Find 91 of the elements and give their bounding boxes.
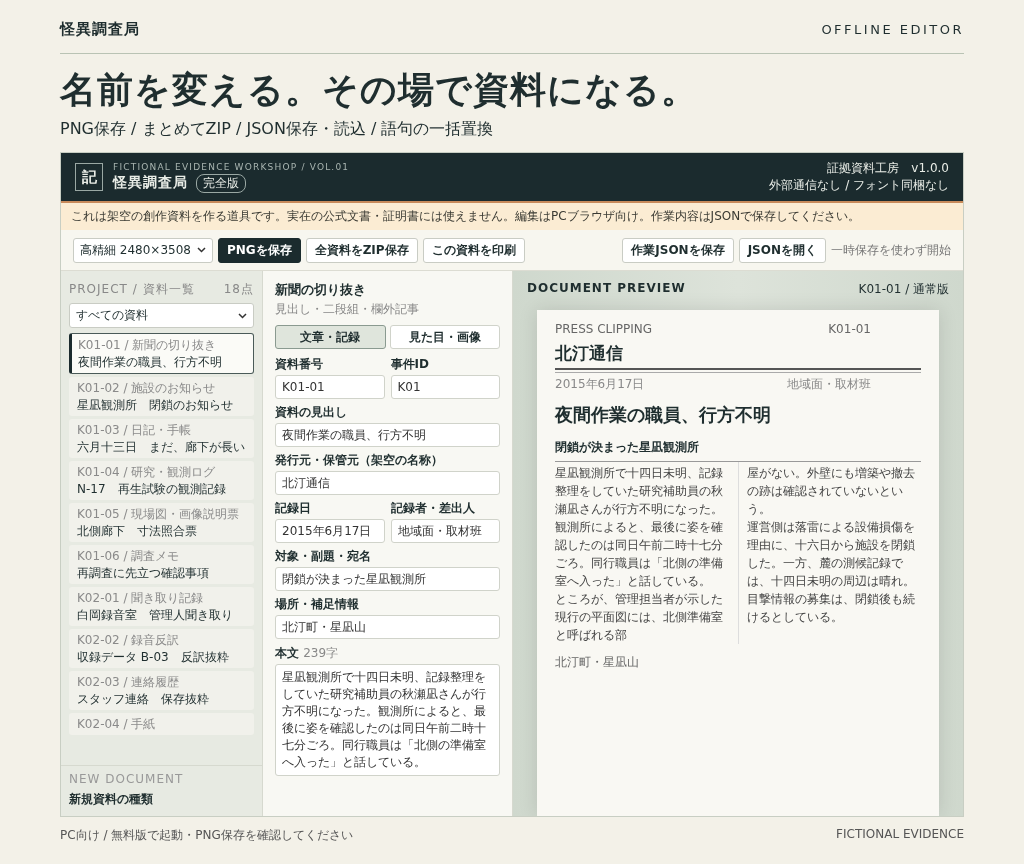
- doc-id: K01-01: [828, 322, 871, 337]
- doc-masthead: 北汀通信: [555, 342, 921, 371]
- filter-select[interactable]: すべての資料: [69, 303, 254, 329]
- input-field[interactable]: 地域面・取材班: [390, 519, 500, 544]
- doc-paragraph: ところが、管理担当者が示した現行の平面図には、北側準備室と呼ばれる部: [555, 591, 724, 645]
- save-json-button[interactable]: 作業JSONを保存: [622, 237, 734, 263]
- document-item[interactable]: K01-01 / 新聞の切り抜き 夜間作業の職員、行方不明: [69, 333, 254, 375]
- editor-tab[interactable]: 文章・記録: [275, 325, 386, 350]
- chevron-icon: [238, 312, 247, 319]
- editor-title: 新聞の切り抜き: [275, 281, 367, 300]
- document-title: 収録データ B-03 反訳抜粋: [77, 649, 230, 666]
- field-label: 場所・補足情報: [275, 597, 360, 613]
- document-item[interactable]: K01-04 / 研究・観測ログ N-17 再生試験の観測記録: [69, 461, 254, 501]
- field-label: 資料番号: [275, 357, 324, 373]
- input-field[interactable]: 夜間作業の職員、行方不明: [275, 423, 500, 448]
- document-meta: K01-02 / 施設のお知らせ: [77, 380, 217, 397]
- chevron-icon: [196, 247, 206, 254]
- editor-subtitle: 見出し・二段組・欄外記事: [275, 301, 420, 319]
- input-field[interactable]: K01-01: [275, 375, 385, 400]
- document-meta: K01-03 / 日記・手帳: [77, 422, 193, 439]
- document-item[interactable]: K01-02 / 施設のお知らせ 星凪観測所 閉鎖のお知らせ: [69, 377, 254, 417]
- app-logo: 記: [75, 163, 103, 192]
- footer-note: PC向け / 無料版で起動・PNG保存を確認してください: [60, 827, 353, 845]
- document-item[interactable]: K02-03 / 連絡履歴 スタッフ連絡 保存抜粋: [69, 671, 254, 711]
- input-field[interactable]: 2015年6月17日: [275, 519, 385, 544]
- doc-headline: 夜間作業の職員、行方不明: [555, 403, 772, 428]
- document-item[interactable]: K01-05 / 現場図・画像説明票 北側廊下 寸法照合票: [69, 503, 254, 543]
- resolution-select[interactable]: 高精細 2480×3508: [73, 237, 213, 263]
- doc-paragraph: 屋がない。外壁にも増築や撤去の跡は確認されていないという。: [746, 465, 916, 519]
- doc-paragraph: 星凪観測所で十四日未明、記録整理をしていた研究補助員の秋瀬凪さんが行方不明になった。観測所によると、最後に姿を確認したのは同日午前二時十七分ごろ。同行職員は「北側の準備室へ入った」と話している。: [555, 465, 724, 591]
- document-meta: K02-02 / 録音反訳: [77, 632, 181, 649]
- field-label: 記録日: [275, 501, 312, 517]
- input-field[interactable]: 北汀通信: [275, 471, 500, 496]
- open-json-button[interactable]: JSONを開く: [738, 237, 826, 263]
- app-title: 怪異調査局: [113, 174, 188, 193]
- edition-badge: 完全版: [196, 173, 246, 193]
- headline: 名前を変える。その場で資料になる。: [60, 68, 699, 112]
- sidebar-heading: PROJECT / 資料一覧: [69, 281, 195, 299]
- body-text-area[interactable]: 星凪観測所で十四日未明、記録整理をしていた研究補助員の秋瀬凪さんが行方不明になった。観測所によると、最後に姿を確認したのは同日午前二時十七分ごろ。同行職員は「北側の準備室へ入った」と話している。: [275, 664, 500, 777]
- document-title: 白岡録音室 管理人聞き取り: [77, 607, 234, 624]
- app-eyebrow: FICTIONAL EVIDENCE WORKSHOP / VOL.01: [113, 161, 350, 172]
- document-meta: K02-01 / 聞き取り記録: [77, 590, 205, 607]
- document-meta: K02-03 / 連絡履歴: [77, 674, 181, 691]
- field-label: 対象・副題・宛名: [275, 549, 372, 565]
- document-meta: K01-01 / 新聞の切り抜き: [78, 337, 218, 354]
- hint-text: 一時保存を使わず開始: [831, 241, 951, 259]
- document-item[interactable]: K01-03 / 日記・手帳 六月十三日 まだ、廊下が長い: [69, 419, 254, 459]
- print-button[interactable]: この資料を印刷: [422, 237, 525, 263]
- document-count: 18点: [223, 281, 254, 299]
- new-document-label: 新規資料の種類: [69, 791, 154, 809]
- offline-note: 外部通信なし / フォント同梱なし: [769, 177, 949, 195]
- document-meta: K01-06 / 調査メモ: [77, 548, 181, 565]
- input-field[interactable]: 閉鎖が決まった星凪観測所: [275, 567, 500, 592]
- document-title: 六月十三日 まだ、廊下が長い: [77, 439, 246, 456]
- save-png-button[interactable]: PNGを保存: [217, 237, 301, 263]
- document-meta: K01-05 / 現場図・画像説明票: [77, 506, 241, 523]
- editor-tab[interactable]: 見た目・画像: [389, 325, 500, 350]
- doc-date: 2015年6月17日: [555, 376, 645, 394]
- body-label: 本文 239字: [275, 646, 340, 662]
- preview-version: K01-01 / 通常版: [858, 281, 949, 299]
- document-title: 星凪観測所 閉鎖のお知らせ: [77, 397, 234, 414]
- feature-list: PNG保存 / まとめてZIP / JSON保存・読込 / 語句の一括置換: [60, 119, 964, 141]
- notice-banner: これは架空の創作資料を作る道具です。実在の公式文書・証明書には使えません。編集はPCブラウザ向け。作業内容はJSONで保存してください。: [61, 203, 963, 231]
- doc-footer: 北汀町・星凪山: [555, 654, 921, 672]
- brand-name: 怪異調査局: [60, 20, 140, 39]
- document-item[interactable]: K02-02 / 録音反訳 収録データ B-03 反訳抜粋: [69, 629, 254, 669]
- input-field[interactable]: 北汀町・星凪山: [275, 615, 500, 640]
- document-title: スタッフ連絡 保存抜粋: [77, 691, 210, 708]
- doc-desk: 地域面・取材班: [787, 376, 871, 394]
- document-title: N-17 再生試験の観測記録: [77, 481, 227, 498]
- doc-paragraph: 運営側は落雷による設備損傷を理由に、十六日から施設を閉鎖した。一方、麓の測候記録では、十四日未明の周辺は晴れ。目撃情報の募集は、閉鎖後も続けるとしている。: [746, 519, 916, 627]
- document-title: 再調査に先立つ確認事項: [77, 565, 210, 582]
- field-label: 発行元・保管元（架空の名称）: [275, 453, 444, 469]
- document-title: 北側廊下 寸法照合票: [77, 523, 198, 540]
- document-meta: K01-04 / 研究・観測ログ: [77, 464, 217, 481]
- document-meta: K02-04 / 手紙: [77, 716, 157, 733]
- footer-brand: FICTIONAL EVIDENCE: [836, 827, 964, 844]
- document-item[interactable]: K01-06 / 調査メモ 再調査に先立つ確認事項: [69, 545, 254, 585]
- tagline: OFFLINE EDITOR: [821, 22, 964, 37]
- new-document-heading: NEW DOCUMENT: [69, 772, 185, 787]
- document-item[interactable]: K02-01 / 聞き取り記録 白岡録音室 管理人聞き取り: [69, 587, 254, 627]
- version-text: 証拠資料工房 v1.0.0: [826, 160, 949, 178]
- field-label: 記録者・差出人: [390, 501, 476, 517]
- field-label: 事件ID: [390, 357, 430, 373]
- doc-subhead: 閉鎖が決まった星凪観測所: [555, 439, 921, 463]
- document-title: 夜間作業の職員、行方不明: [78, 354, 223, 371]
- zip-button[interactable]: 全資料をZIP保存: [305, 237, 418, 263]
- doc-kicker: PRESS CLIPPING: [555, 322, 653, 337]
- input-field[interactable]: K01: [390, 375, 500, 400]
- preview-heading: DOCUMENT PREVIEW: [527, 281, 686, 298]
- field-label: 資料の見出し: [275, 405, 348, 421]
